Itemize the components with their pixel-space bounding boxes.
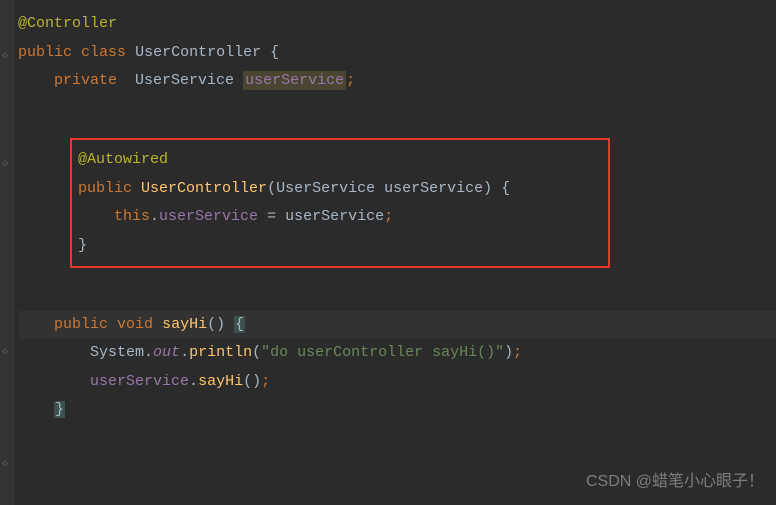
fold-icon[interactable]: ◇ (2, 52, 12, 62)
code-line: public UserController(UserService userSe… (72, 175, 608, 204)
matched-brace: } (54, 401, 65, 418)
code-line-active: public void sayHi() { (18, 311, 776, 340)
editor-gutter: ◇ ◇ ◇ ◇ (0, 0, 14, 505)
highlighted-field: userService (243, 71, 346, 90)
highlight-box: @Autowired public UserController(UserSer… (70, 138, 610, 268)
watermark-text: CSDN @蜡笔小心眼子！ (586, 467, 764, 497)
annotation: @Autowired (78, 151, 168, 168)
fold-icon[interactable]: ◇ (2, 460, 12, 470)
code-line: @Autowired (72, 146, 608, 175)
code-line: } (72, 232, 608, 261)
code-line: } (18, 396, 776, 425)
code-line: userService.sayHi(); (18, 368, 776, 397)
code-line: private UserService userService; (18, 67, 776, 96)
code-line: @Controller (18, 10, 776, 39)
blank-line (18, 282, 776, 311)
fold-icon[interactable]: ◇ (2, 348, 12, 358)
code-editor[interactable]: @Controller public class UserController … (0, 0, 776, 425)
code-line: this.userService = userService; (72, 203, 608, 232)
annotation: @Controller (18, 15, 117, 32)
fold-icon[interactable]: ◇ (2, 160, 12, 170)
code-line: System.out.println("do userController sa… (18, 339, 776, 368)
blank-line (18, 96, 776, 125)
code-line: public class UserController { (18, 39, 776, 68)
matched-brace: { (234, 316, 245, 333)
